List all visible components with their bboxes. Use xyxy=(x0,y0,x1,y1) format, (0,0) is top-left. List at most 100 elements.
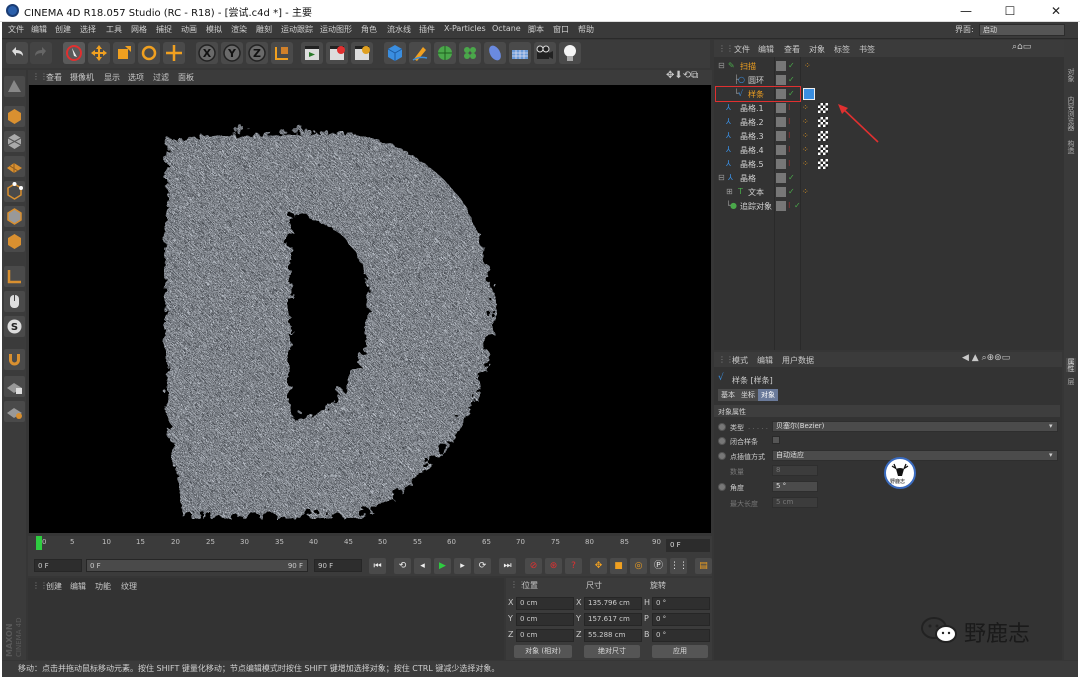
go-to-end-button[interactable]: ⏭ xyxy=(499,558,516,574)
end-frame-field[interactable]: 90 F xyxy=(314,559,362,572)
previous-key-button[interactable]: ⟲ xyxy=(394,558,411,574)
menu-select[interactable]: 选择 xyxy=(80,24,96,35)
interpolation-select[interactable]: 自动适应 xyxy=(772,450,1058,461)
workplane-lock-icon[interactable] xyxy=(4,401,25,422)
magnet-icon[interactable] xyxy=(4,349,25,370)
material-menu-edit[interactable]: 编辑 xyxy=(70,581,86,592)
menu-file[interactable]: 文件 xyxy=(8,24,24,35)
polygons-mode-icon[interactable] xyxy=(4,231,25,252)
layer-icon[interactable] xyxy=(776,173,786,183)
minimize-button[interactable]: — xyxy=(944,0,988,22)
viewport-menu-view[interactable]: 查看 xyxy=(46,72,62,83)
tweak-mode-icon[interactable] xyxy=(4,291,25,312)
menu-render[interactable]: 渲染 xyxy=(231,24,247,35)
texture-mode-icon[interactable] xyxy=(4,131,25,152)
material-menu-texture[interactable]: 纹理 xyxy=(121,581,137,592)
layer-icon[interactable] xyxy=(776,75,786,85)
tab-content-browser[interactable]: 内容浏览器 xyxy=(1066,96,1076,131)
object-row-lattice-1[interactable]: ⅄ 晶格.1 ⁝ ⁘ xyxy=(714,101,1062,115)
render-picture-viewer-icon[interactable] xyxy=(326,42,348,64)
pen-spline-icon[interactable] xyxy=(409,42,431,64)
angle-radio[interactable] xyxy=(718,483,726,491)
snapping-icon[interactable]: S xyxy=(4,316,25,337)
tab-object[interactable]: 对象 xyxy=(758,389,778,401)
menu-edit[interactable]: 编辑 xyxy=(31,24,47,35)
tab-basic[interactable]: 基本 xyxy=(718,389,738,401)
tab-layers[interactable]: 层 xyxy=(1066,378,1076,385)
layer-icon[interactable] xyxy=(776,117,786,127)
material-menu-function[interactable]: 功能 xyxy=(95,581,111,592)
previous-frame-button[interactable]: ◂ xyxy=(414,558,431,574)
size-x-field[interactable]: 135.796 cm xyxy=(584,597,642,610)
layout-select[interactable]: 启动 xyxy=(979,24,1065,36)
layer-icon[interactable] xyxy=(776,145,786,155)
workplane-mode-icon[interactable] xyxy=(4,156,25,177)
material-tag-icon[interactable] xyxy=(818,145,828,155)
redo-button[interactable] xyxy=(30,42,52,64)
closed-spline-radio[interactable] xyxy=(718,437,726,445)
object-row-lattice-2[interactable]: ⅄ 晶格.2 ⁝ ⁘ xyxy=(714,115,1062,129)
object-menu-file[interactable]: 文件 xyxy=(734,44,750,55)
axis-mode-icon[interactable] xyxy=(4,266,25,287)
object-menu-objects[interactable]: 对象 xyxy=(809,44,825,55)
type-dropdown-arrow-icon[interactable]: ▾ xyxy=(1049,422,1053,430)
menu-mesh[interactable]: 网格 xyxy=(131,24,147,35)
interpolation-dropdown-arrow-icon[interactable]: ▾ xyxy=(1049,451,1053,459)
closed-spline-checkbox[interactable] xyxy=(772,436,780,444)
viewport-navigation-icon[interactable]: ✥⬇⟲⧉ xyxy=(666,70,698,81)
object-row-lattice-4[interactable]: ⅄ 晶格.4 ⁝ ⁘ xyxy=(714,143,1062,157)
key-point-level-button[interactable]: ⋮⋮ xyxy=(670,558,688,574)
close-button[interactable]: ✕ xyxy=(1034,0,1078,22)
object-row-spline-highlighted[interactable]: └ √ 样条 ✓ xyxy=(715,86,801,102)
visibility-dot-icon[interactable]: ⁝ xyxy=(788,131,791,140)
camera-icon[interactable] xyxy=(534,42,556,64)
layer-icon[interactable] xyxy=(776,201,786,211)
interpolation-radio[interactable] xyxy=(718,452,726,460)
visibility-check-icon[interactable]: ✓ xyxy=(788,173,795,182)
menu-motion-tracking[interactable]: 运动跟踪 xyxy=(281,24,313,35)
timeline-ruler[interactable]: 0 5 10 15 20 25 30 35 40 45 50 55 60 65 … xyxy=(28,536,712,556)
type-select[interactable]: 贝塞尔(Bezier) xyxy=(772,421,1058,432)
object-menu-bookmarks[interactable]: 书签 xyxy=(859,44,875,55)
keyframe-selection-button[interactable]: ? xyxy=(565,558,582,574)
angle-field[interactable]: 5 ° xyxy=(772,481,818,492)
object-row-lattice-5[interactable]: ⅄ 晶格.5 ⁝ ⁘ xyxy=(714,157,1062,171)
key-position-button[interactable]: ✥ xyxy=(590,558,607,574)
floor-environment-icon[interactable] xyxy=(509,42,531,64)
object-manager-search-icon[interactable]: ⌕⌂▭ xyxy=(1012,42,1031,52)
visibility-check-icon[interactable]: ✓ xyxy=(788,89,795,98)
layer-icon[interactable] xyxy=(776,89,786,99)
layer-icon[interactable] xyxy=(776,159,786,169)
position-z-field[interactable]: 0 cm xyxy=(516,629,574,642)
object-row-lattice[interactable]: ⊟ ⅄ 晶格 ✓ xyxy=(714,171,1062,185)
next-key-button[interactable]: ⟳ xyxy=(474,558,491,574)
record-keys-button[interactable]: ⊘ xyxy=(525,558,542,574)
attribute-menu-user-data[interactable]: 用户数据 xyxy=(782,355,814,366)
object-row-tracer[interactable]: └ ● 追踪对象 ⁝ ✓ xyxy=(714,199,1062,213)
grid-lock-icon[interactable] xyxy=(4,376,25,397)
viewport-menu-cameras[interactable]: 摄像机 xyxy=(70,72,94,83)
object-row-sweep[interactable]: ⊟ ✎ 扫描 ✓ ⁘ xyxy=(714,59,1062,73)
coordinate-system-icon[interactable] xyxy=(271,42,293,64)
points-mode-icon[interactable] xyxy=(4,181,25,202)
attribute-nav-icons[interactable]: ◀ ▲ ⌕⊕⊚▭ xyxy=(962,353,1010,363)
menu-character[interactable]: 角色 xyxy=(361,24,377,35)
selected-tag-icon[interactable] xyxy=(803,88,815,100)
menu-pipeline[interactable]: 流水线 xyxy=(387,24,411,35)
rotation-b-field[interactable]: 0 ° xyxy=(652,629,710,642)
light-icon[interactable] xyxy=(559,42,581,64)
z-axis-lock-icon[interactable]: Z xyxy=(246,42,268,64)
material-tag-icon[interactable] xyxy=(818,103,828,113)
viewport-menu-display[interactable]: 显示 xyxy=(104,72,120,83)
tab-structure[interactable]: 构造 xyxy=(1066,140,1076,154)
size-y-field[interactable]: 157.617 cm xyxy=(584,613,642,626)
material-tag-icon[interactable] xyxy=(818,131,828,141)
y-axis-lock-icon[interactable]: Y xyxy=(221,42,243,64)
menu-create[interactable]: 创建 xyxy=(55,24,71,35)
phong-tag-icon[interactable]: ⁘ xyxy=(802,131,809,140)
position-x-field[interactable]: 0 cm xyxy=(516,597,574,610)
visibility-dot-icon[interactable]: ⁝ xyxy=(788,117,791,126)
play-button[interactable]: ▶ xyxy=(434,558,451,574)
menu-script[interactable]: 脚本 xyxy=(528,24,544,35)
next-frame-button[interactable]: ▸ xyxy=(454,558,471,574)
